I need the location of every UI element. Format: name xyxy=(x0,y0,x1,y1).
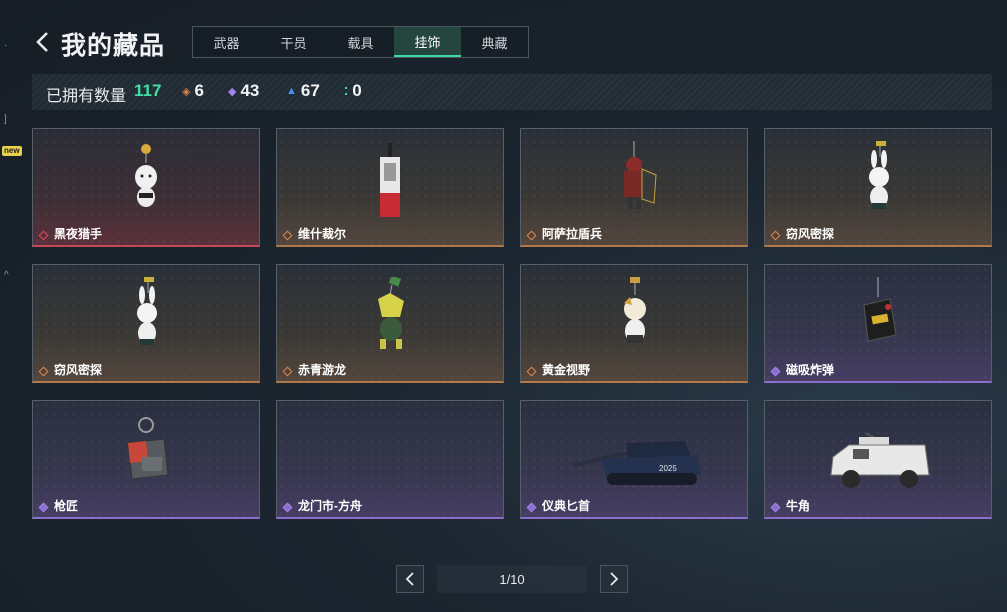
item-name: 黑夜猎手 xyxy=(54,227,103,241)
green-count: 0 xyxy=(352,81,362,100)
charm-art-armored-vehicle xyxy=(830,432,930,488)
stat-purple: ◆ 43 xyxy=(228,81,259,101)
item-name: 窃风密探 xyxy=(786,227,835,241)
back-button[interactable] xyxy=(34,30,52,54)
blue-chevron-icon: ▲ xyxy=(286,85,297,97)
page-indicator: 1/10 xyxy=(437,565,587,593)
orange-rarity-icon xyxy=(38,366,49,377)
item-name: 枪匠 xyxy=(54,499,79,513)
charm-card[interactable]: 龙门市-方舟 xyxy=(276,400,504,519)
new-badge: new xyxy=(2,146,22,156)
purple-rarity-icon xyxy=(526,502,537,513)
side-bracket-icon: ] xyxy=(4,114,7,125)
item-name: 维什裁尔 xyxy=(298,227,347,241)
charm-art-dragon-figure xyxy=(378,277,404,349)
blue-count: 67 xyxy=(300,81,320,100)
chevron-up-icon[interactable]: ^ xyxy=(4,270,9,281)
charm-art-gold-vision-figure xyxy=(624,277,646,343)
tab-collection[interactable]: 典藏 xyxy=(461,27,528,57)
charm-card[interactable]: 窃风密探 xyxy=(764,128,992,247)
purple-rarity-icon xyxy=(770,366,781,377)
chevron-left-icon xyxy=(36,32,48,52)
item-name: 黄金视野 xyxy=(542,363,591,377)
purple-diamond-icon: ◆ xyxy=(228,85,237,98)
charm-art-cat-figure xyxy=(135,144,157,207)
owned-total: 117 xyxy=(134,81,162,100)
charm-card[interactable]: 枪匠 xyxy=(32,400,260,519)
next-page-button[interactable] xyxy=(600,565,628,593)
charm-card[interactable]: 窃风密探 xyxy=(32,264,260,383)
charm-art-card-tag xyxy=(380,143,400,217)
charm-card[interactable]: 阿萨拉盾兵 xyxy=(520,128,748,247)
charm-art-rabbit-figure xyxy=(869,141,889,209)
svg-text:2025: 2025 xyxy=(659,464,677,473)
purple-rarity-icon xyxy=(282,502,293,513)
charm-card[interactable]: 牛角 xyxy=(764,400,992,519)
item-name: 牛角 xyxy=(786,499,811,513)
tab-weapons[interactable]: 武器 xyxy=(193,27,260,57)
side-marker-icon: · xyxy=(4,40,8,51)
red-rarity-icon xyxy=(38,230,49,241)
stat-blue: ▲ 67 xyxy=(286,81,320,101)
stat-orange: ◈ 6 xyxy=(182,81,204,101)
charm-card[interactable]: 维什裁尔 xyxy=(276,128,504,247)
item-name: 阿萨拉盾兵 xyxy=(542,227,603,241)
orange-rarity-icon xyxy=(282,366,293,377)
charm-art-magnetic-bomb xyxy=(863,277,897,342)
orange-count: 6 xyxy=(194,81,204,100)
prev-page-button[interactable] xyxy=(396,565,424,593)
side-strip: · ] new ^ xyxy=(0,0,22,612)
tab-charms[interactable]: 挂饰 xyxy=(394,27,461,57)
orange-rarity-icon xyxy=(770,230,781,241)
charm-card[interactable]: 黑夜猎手 xyxy=(32,128,260,247)
charm-card[interactable]: 黄金视野 xyxy=(520,264,748,383)
item-name: 磁吸炸弹 xyxy=(786,363,835,377)
page-title: 我的藏品 xyxy=(61,32,166,60)
charm-art-ceremonial-tank: 2025 xyxy=(572,441,701,485)
item-name: 赤青游龙 xyxy=(298,363,347,377)
charm-card[interactable]: 2025 仪典匕首 xyxy=(520,400,748,519)
owned-label: 已拥有数量 xyxy=(46,88,127,105)
chevron-left-icon xyxy=(405,572,414,586)
purple-count: 43 xyxy=(240,81,260,100)
charm-art-rabbit-figure xyxy=(137,277,157,345)
orange-rarity-icon xyxy=(282,230,293,241)
category-tabs: 武器 干员 载具 挂饰 典藏 xyxy=(192,26,529,58)
charm-card[interactable]: 磁吸炸弹 xyxy=(764,264,992,383)
tab-operators[interactable]: 干员 xyxy=(260,27,327,57)
charm-card[interactable]: 赤青游龙 xyxy=(276,264,504,383)
green-dots-icon: ⁚ xyxy=(344,85,349,98)
purple-rarity-icon xyxy=(770,502,781,513)
charm-art-gunsmith-tag xyxy=(127,417,169,480)
orange-rarity-icon xyxy=(526,366,537,377)
item-name: 仪典匕首 xyxy=(542,499,591,513)
purple-rarity-icon xyxy=(38,502,49,513)
stat-green: ⁚ 0 xyxy=(344,81,362,101)
chevron-right-icon xyxy=(610,572,619,586)
item-name: 窃风密探 xyxy=(54,363,103,377)
tab-vehicles[interactable]: 载具 xyxy=(327,27,394,57)
owned-stats-bar: 已拥有数量 117 ◈ 6 ◆ 43 ▲ 67 ⁚ 0 xyxy=(32,74,992,110)
charm-art-shield-soldier xyxy=(624,141,657,209)
orange-diamond-icon: ◈ xyxy=(182,85,191,98)
item-name: 龙门市-方舟 xyxy=(298,499,362,513)
orange-rarity-icon xyxy=(526,230,537,241)
